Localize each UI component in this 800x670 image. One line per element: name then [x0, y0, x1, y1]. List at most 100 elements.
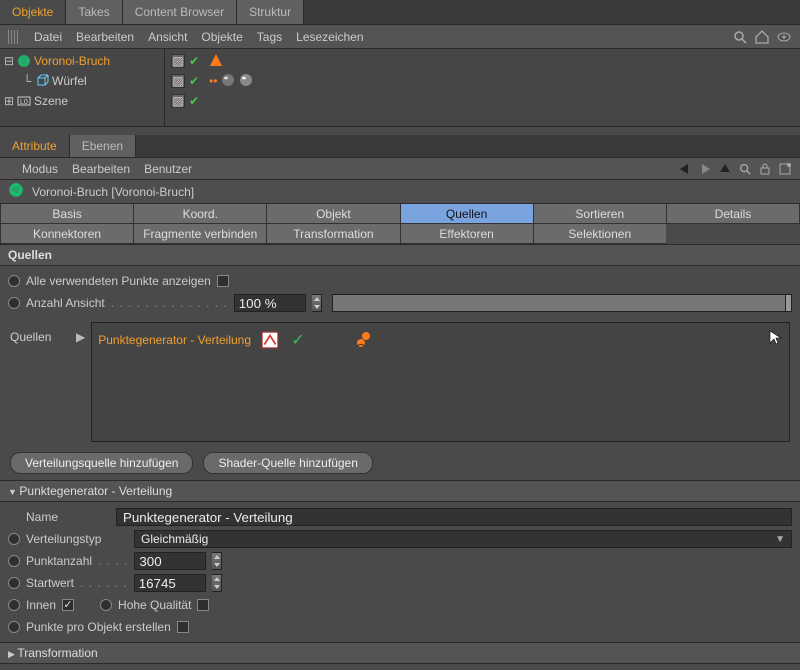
select-dist-type[interactable]: Gleichmäßig ▼ — [134, 530, 792, 548]
checkbox-show-all-points[interactable] — [217, 275, 229, 287]
eye-icon[interactable] — [776, 29, 792, 45]
nav-back-icon[interactable] — [678, 162, 692, 176]
spinner[interactable] — [212, 574, 222, 592]
attributes-menubar: Modus Bearbeiten Benutzer — [0, 158, 800, 180]
tree-label[interactable]: Voronoi-Bruch — [34, 54, 110, 68]
input-point-count[interactable] — [134, 552, 206, 570]
tree-row-cube[interactable]: └ Würfel — [0, 71, 164, 91]
distribution-icon[interactable] — [261, 331, 279, 349]
menu-tags[interactable]: Tags — [257, 30, 282, 44]
menu-datei[interactable]: Datei — [34, 30, 62, 44]
check-icon[interactable]: ✓ — [289, 331, 307, 349]
animatable-radio[interactable] — [8, 621, 20, 633]
animatable-radio[interactable] — [8, 533, 20, 545]
menu-ansicht[interactable]: Ansicht — [148, 30, 187, 44]
tree-row-voronoi[interactable]: ⊟ Voronoi-Bruch — [0, 51, 164, 71]
material-tag-icon[interactable] — [221, 73, 235, 90]
input-name[interactable] — [116, 508, 792, 526]
input-seed[interactable] — [134, 574, 206, 592]
nav-up-icon[interactable] — [718, 162, 732, 176]
menu-objekte[interactable]: Objekte — [201, 30, 242, 44]
animatable-radio[interactable] — [8, 555, 20, 567]
tab-takes[interactable]: Takes — [66, 0, 122, 24]
menu-bearbeiten[interactable]: Bearbeiten — [76, 30, 134, 44]
enable-dot-icon[interactable]: ✔ — [189, 94, 199, 108]
layer-tag-icon[interactable]: ▨ — [171, 74, 185, 88]
layer-tag-icon[interactable]: ▨ — [171, 54, 185, 68]
attr-tab-sortieren[interactable]: Sortieren — [533, 204, 667, 224]
attribute-tabs: Basis Koord. Objekt Quellen Sortieren De… — [0, 204, 800, 245]
tab-ebenen[interactable]: Ebenen — [70, 135, 136, 157]
attr-tab-objekt[interactable]: Objekt — [266, 204, 400, 224]
menu-modus[interactable]: Modus — [22, 162, 58, 176]
animatable-radio[interactable] — [8, 599, 20, 611]
row-name: Name — [8, 506, 792, 528]
tab-objekte[interactable]: Objekte — [0, 0, 66, 24]
row-dist-type: Verteilungstyp Gleichmäßig ▼ — [8, 528, 792, 550]
material-tag-icon[interactable] — [239, 73, 253, 90]
sources-list[interactable]: Punktegenerator - Verteilung ✓ — [91, 322, 790, 442]
checkbox-high-quality[interactable] — [197, 599, 209, 611]
section-header-transformation[interactable]: Transformation — [0, 642, 800, 664]
svg-text:L0: L0 — [20, 99, 28, 106]
checkbox-inner[interactable] — [62, 599, 74, 611]
add-shader-button[interactable]: Shader-Quelle hinzufügen — [203, 452, 372, 474]
enable-dot-icon[interactable]: ✔ — [189, 74, 199, 88]
tab-content-browser[interactable]: Content Browser — [123, 0, 237, 24]
home-icon[interactable] — [754, 29, 770, 45]
attr-tab-koord[interactable]: Koord. — [133, 204, 267, 224]
tab-attribute[interactable]: Attribute — [0, 135, 70, 157]
search-icon[interactable] — [732, 29, 748, 45]
tab-struktur[interactable]: Struktur — [237, 0, 304, 24]
source-entry-name[interactable]: Punktegenerator - Verteilung — [98, 333, 251, 347]
cursor-icon — [767, 329, 783, 348]
source-entry[interactable]: Punktegenerator - Verteilung ✓ — [98, 329, 783, 351]
animatable-radio[interactable] — [8, 297, 20, 309]
chevron-right-icon[interactable]: ▶ — [76, 322, 85, 344]
dots-icon[interactable]: •• — [209, 74, 217, 88]
section-header-pointgen[interactable]: Punktegenerator - Verteilung — [0, 480, 800, 502]
attr-tab-details[interactable]: Details — [666, 204, 800, 224]
object-tree-area: ⊟ Voronoi-Bruch └ Würfel ⊞ L0 Szene ▨ ✔ — [0, 49, 800, 127]
attr-tab-konnektoren[interactable]: Konnektoren — [0, 224, 134, 244]
attr-tab-transformation[interactable]: Transformation — [266, 224, 400, 244]
add-distribution-button[interactable]: Verteilungsquelle hinzufügen — [10, 452, 193, 474]
view-icon[interactable] — [355, 331, 373, 349]
enable-dot-icon[interactable]: ✔ — [189, 54, 199, 68]
scene-icon: L0 — [17, 94, 31, 108]
animatable-radio[interactable] — [100, 599, 112, 611]
nav-fwd-icon[interactable] — [698, 162, 712, 176]
tree-row-scene[interactable]: ⊞ L0 Szene — [0, 91, 164, 111]
tree-label[interactable]: Szene — [34, 94, 68, 108]
attr-tab-selektionen[interactable]: Selektionen — [533, 224, 667, 244]
warning-icon[interactable] — [209, 53, 223, 70]
animatable-radio[interactable] — [8, 275, 20, 287]
attr-tab-fragmente[interactable]: Fragmente verbinden — [133, 224, 267, 244]
new-window-icon[interactable] — [778, 162, 792, 176]
menu-lesezeichen[interactable]: Lesezeichen — [296, 30, 363, 44]
checkbox-points-per-object[interactable] — [177, 621, 189, 633]
section-header-quellen: Quellen — [0, 245, 800, 266]
dots-filler: . . . . . . — [80, 576, 128, 590]
tag-row: ▨ ✔ •• — [171, 71, 794, 91]
tree-label[interactable]: Würfel — [52, 74, 87, 88]
count-view-slider[interactable] — [332, 294, 792, 312]
lock-icon[interactable] — [758, 162, 772, 176]
attr-tab-quellen[interactable]: Quellen — [400, 204, 534, 224]
search-icon[interactable] — [738, 162, 752, 176]
tag-row: ▨ ✔ — [171, 51, 794, 71]
spinner[interactable] — [312, 294, 322, 312]
input-count-view[interactable] — [234, 294, 306, 312]
spinner[interactable] — [212, 552, 222, 570]
menu-bearbeiten[interactable]: Bearbeiten — [72, 162, 130, 176]
animatable-radio[interactable] — [8, 577, 20, 589]
menu-benutzer[interactable]: Benutzer — [144, 162, 192, 176]
attr-tab-effektoren[interactable]: Effektoren — [400, 224, 534, 244]
label-name: Name — [8, 510, 110, 524]
disclose-icon[interactable]: ⊞ — [4, 94, 14, 108]
disclose-icon[interactable]: ⊟ — [4, 54, 14, 68]
attr-tab-basis[interactable]: Basis — [0, 204, 134, 224]
label-dist-type: Verteilungstyp — [26, 532, 128, 546]
layer-tag-icon[interactable]: ▨ — [171, 94, 185, 108]
label-high-quality: Hohe Qualität — [118, 598, 191, 612]
